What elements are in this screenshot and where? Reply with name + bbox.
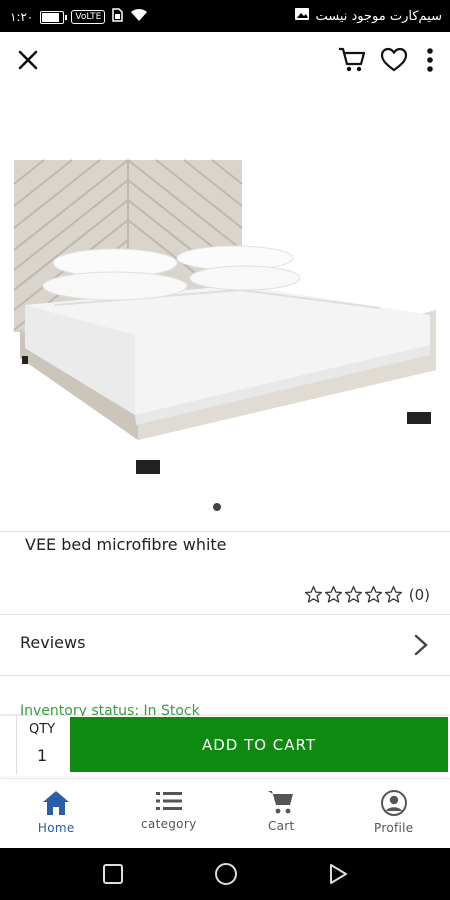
rating-stars bbox=[304, 585, 403, 604]
rating-count: (0) bbox=[408, 585, 430, 604]
nav-label-profile: Profile bbox=[374, 821, 414, 835]
star-outline-icon bbox=[364, 585, 382, 603]
nav-item-profile[interactable]: Profile bbox=[338, 779, 450, 849]
home-circle-icon[interactable] bbox=[214, 862, 238, 886]
close-icon bbox=[18, 50, 38, 70]
home-icon bbox=[43, 791, 70, 815]
carrier-text: سیم‌کارت موجود نیست bbox=[315, 8, 442, 24]
nav-label-home: Home bbox=[37, 821, 75, 835]
quantity-selector[interactable]: QTY 1 bbox=[16, 716, 69, 774]
sim-icon bbox=[112, 8, 124, 26]
product-rating[interactable]: (0) bbox=[304, 585, 430, 604]
back-triangle-icon[interactable] bbox=[328, 863, 348, 885]
more-vert-icon bbox=[427, 48, 433, 72]
cart-icon bbox=[339, 47, 366, 72]
qty-label: QTY bbox=[29, 722, 56, 737]
recents-square-icon[interactable] bbox=[102, 863, 124, 885]
image-icon bbox=[295, 8, 310, 24]
pager-dot-active[interactable] bbox=[213, 503, 221, 511]
close-button[interactable] bbox=[14, 46, 42, 74]
divider bbox=[0, 614, 450, 615]
bottom-navigation: Home category Cart Profile bbox=[0, 778, 450, 849]
battery-icon bbox=[40, 10, 68, 24]
system-navigation-bar bbox=[0, 848, 450, 900]
nav-label-category: category bbox=[141, 817, 197, 831]
nav-label-cart: Cart bbox=[267, 819, 295, 833]
wifi-icon bbox=[130, 8, 148, 26]
star-outline-icon bbox=[384, 585, 402, 603]
star-outline-icon bbox=[324, 585, 342, 603]
nav-item-category[interactable]: category bbox=[113, 779, 226, 849]
star-outline-icon bbox=[304, 585, 322, 603]
product-title: VEE bed microfibre white bbox=[25, 535, 227, 554]
list-icon bbox=[155, 792, 182, 810]
qty-value: 1 bbox=[37, 746, 48, 765]
chevron-right-icon bbox=[414, 634, 428, 656]
wishlist-button[interactable] bbox=[380, 46, 408, 74]
reviews-label: Reviews bbox=[20, 633, 86, 652]
heart-icon bbox=[380, 47, 408, 72]
cart-button[interactable] bbox=[338, 46, 366, 74]
nav-item-home[interactable]: Home bbox=[0, 779, 113, 849]
add-to-cart-bar: QTY 1 ADD TO CART bbox=[0, 716, 450, 776]
inventory-status: Inventory status: In Stock bbox=[20, 703, 200, 717]
profile-icon bbox=[380, 790, 407, 816]
more-options-button[interactable] bbox=[422, 46, 438, 74]
app-bar bbox=[0, 32, 450, 88]
product-image[interactable] bbox=[0, 100, 450, 490]
add-to-cart-button[interactable]: ADD TO CART bbox=[70, 717, 448, 772]
reviews-row[interactable]: Reviews bbox=[0, 618, 450, 674]
divider bbox=[0, 531, 450, 532]
star-outline-icon bbox=[344, 585, 362, 603]
volte-badge: VoLTE bbox=[71, 10, 106, 24]
cart-icon bbox=[268, 791, 294, 814]
image-pager bbox=[0, 503, 450, 511]
status-bar: ۱:۲۰ VoLTE سیم‌کارت موجود نیست bbox=[0, 0, 450, 32]
divider bbox=[0, 675, 450, 676]
status-time: ۱:۲۰ bbox=[10, 10, 34, 24]
nav-item-cart[interactable]: Cart bbox=[225, 779, 338, 849]
